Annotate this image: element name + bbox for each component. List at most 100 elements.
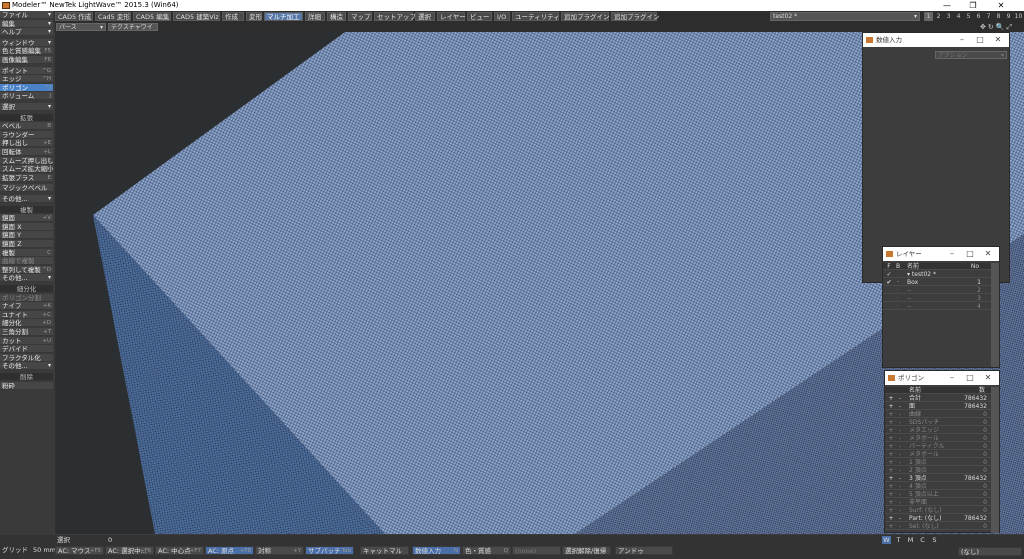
view-mode-dropdown[interactable]: パース ▾ [56, 23, 106, 31]
sidebar-item-20[interactable]: スムーズ押し出し +E [0, 156, 53, 165]
maximize-icon[interactable]: □ [963, 371, 977, 385]
fg-toggle[interactable]: ✓ [885, 271, 893, 278]
shading-mode-dropdown[interactable]: テクスチャワイヤー ▾ [108, 23, 158, 39]
sidebar-item-36[interactable]: その他... ▾ [0, 274, 53, 283]
layer-page-2[interactable]: 2 [934, 12, 943, 21]
minus-icon[interactable]: - [896, 451, 904, 458]
stat-row[interactable]: + - 非平面 0 [885, 499, 991, 506]
sidebar-item-19[interactable]: 回転体 +L [0, 148, 53, 156]
plus-icon[interactable]: + [887, 435, 895, 442]
menu-tab-13[interactable]: ビュー [467, 12, 492, 21]
sidebar-item-17[interactable]: ラウンダー [0, 130, 53, 139]
plus-icon[interactable]: + [887, 467, 895, 474]
menu-tab-3[interactable]: CAD5 建築Viz [173, 12, 220, 21]
maximize-icon[interactable]: □ [963, 247, 977, 261]
minus-icon[interactable]: - [896, 395, 904, 402]
menu-tab-0[interactable]: CAD5 作成 [55, 12, 93, 21]
sidebar-item-31[interactable]: 鏡面 Y [0, 231, 53, 240]
sidebar-item-42[interactable]: 細分化 +D [0, 319, 53, 328]
status-button-3[interactable]: AC: 原点 +F8 [205, 546, 254, 555]
close-icon[interactable]: ✕ [981, 371, 995, 385]
stat-row[interactable]: + - 曲線 0 [885, 411, 991, 418]
sidebar-item-10[interactable]: ポリゴン ^J [0, 83, 53, 92]
layer-page-10[interactable]: 10 [1014, 12, 1023, 21]
minus-icon[interactable]: - [896, 499, 904, 506]
status-button-7[interactable]: 数値入力 N [412, 546, 461, 555]
sidebar-item-11[interactable]: ボリューム J [0, 92, 53, 101]
minimize-icon[interactable]: – [955, 33, 969, 47]
minus-icon[interactable]: - [896, 523, 904, 530]
menu-tab-4[interactable]: 作成 [222, 12, 244, 21]
status-button-5[interactable]: サブパッチ Tab [305, 546, 354, 555]
layer-page-3[interactable]: 3 [944, 12, 953, 21]
minus-icon[interactable]: - [896, 435, 904, 442]
status-button-8[interactable]: 色・質感 Q [462, 546, 511, 555]
minus-icon[interactable]: - [896, 403, 904, 410]
sidebar-item-4[interactable]: ウィンドウ ▾ [0, 38, 53, 47]
plus-icon[interactable]: + [887, 419, 895, 426]
sidebar-item-18[interactable]: 押し出し +E [0, 139, 53, 148]
status-button-0[interactable]: AC: マウス +F5 [55, 546, 104, 555]
minimize-icon[interactable]: – [945, 247, 959, 261]
stat-row[interactable]: + - パーティクル 0 [885, 443, 991, 450]
layer-row[interactable]: · -- 2 [883, 287, 991, 294]
plus-icon[interactable]: + [887, 443, 895, 450]
minus-icon[interactable]: - [896, 411, 904, 418]
view-tab-m[interactable]: M [906, 536, 915, 544]
menu-tab-11[interactable]: 選択 [415, 12, 435, 21]
sidebar-item-6[interactable]: 画像編集 F6 [0, 56, 53, 64]
minus-icon[interactable]: - [896, 443, 904, 450]
close-icon[interactable]: ✕ [981, 247, 995, 261]
sidebar-item-24[interactable]: マジックベベル [0, 184, 53, 193]
plus-icon[interactable]: + [887, 411, 895, 418]
stat-row[interactable]: + - 合計 786432 [885, 395, 991, 402]
menu-tab-17[interactable]: 追加プラグイン [611, 12, 660, 21]
minus-icon[interactable]: - [896, 419, 904, 426]
minus-icon[interactable]: - [896, 427, 904, 434]
sidebar-item-44[interactable]: カット +U [0, 336, 53, 345]
layer-page-1[interactable]: 1 [924, 12, 933, 21]
status-button-9[interactable]: (none) [512, 546, 561, 555]
maximize-button[interactable]: ❐ [960, 0, 986, 11]
menu-tab-12[interactable]: レイヤー [437, 12, 466, 21]
plus-icon[interactable]: + [887, 491, 895, 498]
plus-icon[interactable]: + [887, 523, 895, 530]
view-tab-t[interactable]: T [894, 536, 903, 544]
sidebar-item-39[interactable]: ポリゴン分割 [0, 293, 53, 302]
stats-scrollbar[interactable] [991, 387, 999, 533]
status-button-11[interactable]: アンドゥ [615, 546, 673, 555]
stat-row[interactable]: + - Surf: (なし) 0 [885, 507, 991, 514]
layer-row[interactable]: ✓ ▾ test02 * [883, 271, 991, 278]
plus-icon[interactable]: + [887, 483, 895, 490]
sidebar-item-8[interactable]: ポイント ^G [0, 66, 53, 75]
maximize-icon[interactable]: □ [973, 33, 987, 47]
sidebar-item-26[interactable]: その他... ▾ [0, 195, 53, 203]
layer-page-9[interactable]: 9 [1004, 12, 1013, 21]
stat-row[interactable]: + - Part: (なし) 786432 [885, 515, 991, 522]
plus-icon[interactable]: + [887, 459, 895, 466]
plus-icon[interactable]: + [887, 395, 895, 402]
status-button-2[interactable]: AC: 中心点 +F7 [155, 546, 204, 555]
layer-select-dropdown[interactable]: test02 * ▾ [770, 12, 920, 21]
status-button-4[interactable]: 対称 +Y [255, 546, 304, 555]
stat-row[interactable]: + - メタボール 0 [885, 435, 991, 442]
plus-icon[interactable]: + [887, 499, 895, 506]
minus-icon[interactable]: - [896, 467, 904, 474]
menu-tab-10[interactable]: セットアップ [374, 12, 416, 21]
menu-tab-2[interactable]: CAD5 編集 [133, 12, 171, 21]
sidebar-item-35[interactable]: 整列して複製 ^D [0, 265, 53, 274]
vmap-select[interactable]: (なし) [958, 547, 1022, 556]
stat-row[interactable]: + -2 頂点 0 [885, 467, 991, 474]
menu-tab-1[interactable]: Cad5 変形 [95, 12, 131, 21]
sidebar-item-43[interactable]: 三角分割 +T [0, 328, 53, 336]
view-tab-c[interactable]: C [918, 536, 927, 544]
status-button-1[interactable]: AC: 選択中... +F6 [105, 546, 154, 555]
menu-tab-16[interactable]: 追加プラグイン [561, 12, 610, 21]
sidebar-item-13[interactable]: 選択 ▾ [0, 103, 53, 111]
sidebar-item-9[interactable]: エッジ ^H [0, 75, 53, 84]
layer-page-6[interactable]: 6 [974, 12, 983, 21]
menu-tab-15[interactable]: ユーティリティ [512, 12, 560, 21]
minus-icon[interactable]: - [896, 483, 904, 490]
menu-tab-14[interactable]: I/O [494, 12, 510, 21]
sidebar-item-29[interactable]: 鏡面 +V [0, 214, 53, 223]
